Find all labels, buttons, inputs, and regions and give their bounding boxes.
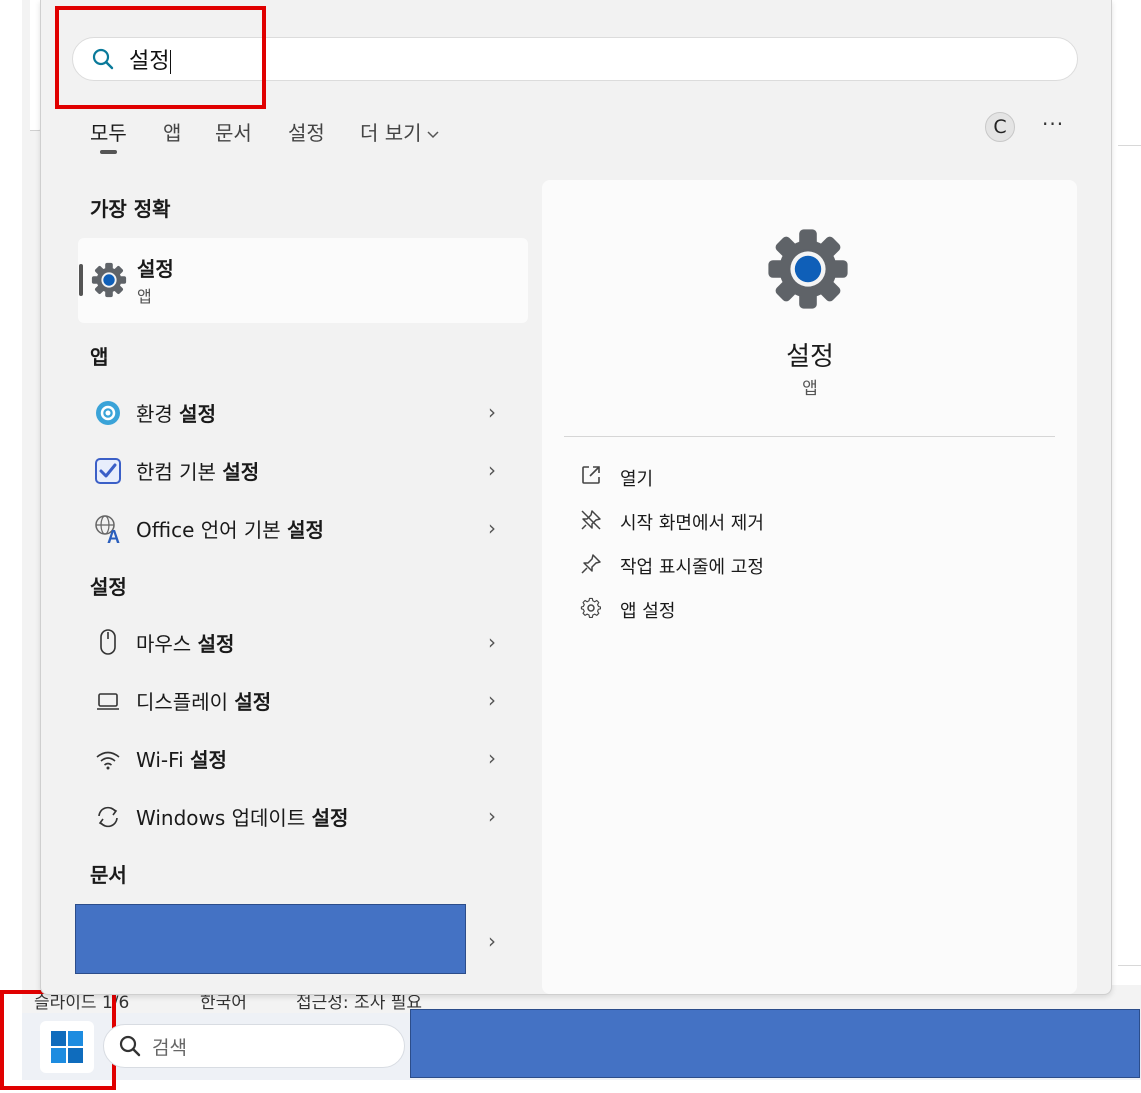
gear-icon — [768, 229, 848, 309]
tab-apps[interactable]: 앱 — [163, 117, 181, 146]
active-tab-indicator — [100, 150, 117, 154]
gear-icon — [580, 597, 601, 618]
preview-subtitle: 앱 — [802, 379, 818, 399]
background-window-right — [1110, 0, 1141, 990]
app-result-label[interactable]: 한컴 기본 설정 — [136, 456, 259, 485]
redacted-document-result[interactable] — [75, 904, 466, 974]
tab-settings[interactable]: 설정 — [288, 117, 325, 146]
mouse-icon — [100, 629, 116, 655]
tab-all[interactable]: 모두 — [90, 117, 127, 146]
chevron-right-icon[interactable]: › — [488, 400, 496, 424]
control-panel-icon — [96, 401, 120, 425]
background-divider — [1118, 145, 1141, 146]
chevron-down-icon — [427, 131, 439, 139]
gear-icon — [91, 262, 127, 298]
chevron-right-icon[interactable]: › — [488, 458, 496, 482]
highlight-box-search — [55, 6, 266, 109]
highlight-box-start — [0, 990, 116, 1090]
background-divider — [1118, 965, 1141, 966]
more-options-icon[interactable]: ··· — [1042, 112, 1064, 136]
tab-more[interactable]: 더 보기 — [360, 117, 440, 146]
svg-text:A: A — [107, 527, 120, 544]
unpin-icon — [581, 510, 601, 530]
settings-result-label[interactable]: 마우스 설정 — [136, 628, 234, 657]
section-best-match: 가장 정확 — [90, 197, 171, 221]
account-avatar[interactable]: C — [985, 112, 1015, 142]
chevron-right-icon[interactable]: › — [488, 516, 496, 540]
hancom-check-icon — [95, 458, 121, 484]
taskbar-search-placeholder: 검색 — [152, 1036, 187, 1059]
action-open[interactable]: 열기 — [620, 465, 653, 491]
redacted-taskbar-area — [410, 1009, 1140, 1078]
action-app-settings[interactable]: 앱 설정 — [620, 597, 675, 623]
chevron-right-icon[interactable]: › — [488, 804, 496, 828]
best-match-title: 설정 — [137, 257, 174, 281]
app-result-label[interactable]: 환경 설정 — [136, 398, 216, 427]
settings-result-label[interactable]: Windows 업데이트 설정 — [136, 802, 348, 831]
settings-result-label[interactable]: 디스플레이 설정 — [136, 686, 271, 715]
office-language-icon: A — [95, 515, 120, 544]
taskbar-search[interactable]: 검색 — [103, 1024, 405, 1068]
chevron-right-icon[interactable]: › — [488, 688, 496, 712]
background-window — [22, 0, 40, 1080]
open-external-icon — [582, 466, 600, 484]
selection-indicator — [79, 264, 83, 296]
chevron-right-icon[interactable]: › — [488, 746, 496, 770]
section-documents: 문서 — [90, 863, 127, 887]
pin-icon — [581, 554, 601, 574]
best-match-subtitle: 앱 — [137, 287, 152, 306]
settings-result-label[interactable]: Wi-Fi 설정 — [136, 744, 227, 773]
app-result-label[interactable]: Office 언어 기본 설정 — [136, 514, 324, 543]
update-icon — [98, 806, 118, 828]
action-pin-taskbar[interactable]: 작업 표시줄에 고정 — [620, 553, 764, 579]
preview-title: 설정 — [786, 342, 834, 372]
action-unpin-start[interactable]: 시작 화면에서 제거 — [620, 509, 764, 535]
tab-documents[interactable]: 문서 — [215, 117, 252, 146]
wifi-icon — [96, 751, 120, 770]
preview-divider — [564, 436, 1055, 437]
section-settings: 설정 — [90, 575, 127, 599]
chevron-right-icon[interactable]: › — [488, 630, 496, 654]
display-icon — [97, 693, 119, 710]
search-icon — [119, 1035, 141, 1057]
chevron-right-icon[interactable]: › — [488, 929, 496, 953]
